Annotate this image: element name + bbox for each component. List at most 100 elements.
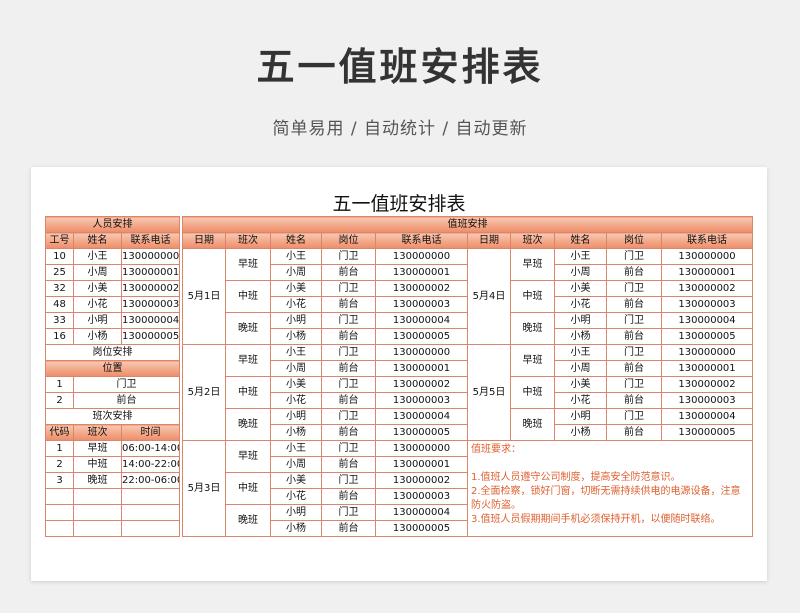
duty-person-cell[interactable]: 130000003 bbox=[660, 392, 754, 409]
duty-person-cell[interactable]: 小周 bbox=[554, 264, 607, 281]
empty-cell[interactable] bbox=[45, 520, 74, 537]
duty-person-cell[interactable]: 小周 bbox=[270, 264, 322, 281]
duty-person-cell[interactable]: 门卫 bbox=[606, 280, 662, 297]
duty-person-cell[interactable]: 前台 bbox=[606, 360, 662, 377]
duty-person-cell[interactable]: 前台 bbox=[606, 264, 662, 281]
duty-person-cell[interactable]: 130000005 bbox=[660, 424, 754, 441]
shift-cell[interactable]: 3 bbox=[45, 472, 74, 489]
duty-person-cell[interactable]: 小花 bbox=[554, 296, 607, 313]
duty-shift-cell[interactable]: 早班 bbox=[225, 440, 271, 473]
duty-date-cell[interactable]: 5月4日 bbox=[467, 248, 511, 345]
duty-shift-cell[interactable]: 晚班 bbox=[510, 408, 555, 441]
duty-person-cell[interactable]: 130000002 bbox=[375, 280, 468, 297]
duty-person-cell[interactable]: 130000000 bbox=[375, 440, 468, 457]
duty-person-cell[interactable]: 小美 bbox=[554, 376, 607, 393]
duty-person-cell[interactable]: 门卫 bbox=[321, 280, 376, 297]
personnel-cell[interactable]: 130000001 bbox=[120, 264, 181, 281]
duty-person-cell[interactable]: 130000000 bbox=[660, 344, 754, 361]
shift-cell[interactable]: 1 bbox=[45, 440, 74, 457]
duty-date-cell[interactable]: 5月5日 bbox=[467, 344, 511, 441]
duty-person-cell[interactable]: 130000004 bbox=[375, 504, 468, 521]
duty-person-cell[interactable]: 门卫 bbox=[321, 376, 376, 393]
duty-person-cell[interactable]: 小美 bbox=[270, 376, 322, 393]
duty-person-cell[interactable]: 门卫 bbox=[606, 248, 662, 265]
personnel-cell[interactable]: 130000004 bbox=[120, 312, 181, 329]
duty-person-cell[interactable]: 门卫 bbox=[606, 408, 662, 425]
duty-person-cell[interactable]: 前台 bbox=[321, 264, 376, 281]
duty-person-cell[interactable]: 小明 bbox=[554, 408, 607, 425]
personnel-cell[interactable]: 33 bbox=[45, 312, 74, 329]
empty-cell[interactable] bbox=[73, 504, 122, 521]
duty-shift-cell[interactable]: 中班 bbox=[510, 280, 555, 313]
duty-person-cell[interactable]: 门卫 bbox=[321, 440, 376, 457]
duty-person-cell[interactable]: 前台 bbox=[321, 456, 376, 473]
duty-person-cell[interactable]: 130000000 bbox=[375, 344, 468, 361]
duty-person-cell[interactable]: 130000003 bbox=[660, 296, 754, 313]
duty-person-cell[interactable]: 前台 bbox=[606, 296, 662, 313]
duty-person-cell[interactable]: 门卫 bbox=[321, 344, 376, 361]
personnel-cell[interactable]: 130000005 bbox=[120, 328, 181, 345]
duty-person-cell[interactable]: 小花 bbox=[270, 296, 322, 313]
duty-person-cell[interactable]: 130000004 bbox=[375, 312, 468, 329]
duty-shift-cell[interactable]: 早班 bbox=[225, 248, 271, 281]
duty-person-cell[interactable]: 前台 bbox=[321, 296, 376, 313]
duty-person-cell[interactable]: 130000002 bbox=[660, 376, 754, 393]
duty-person-cell[interactable]: 130000004 bbox=[660, 312, 754, 329]
shift-cell[interactable]: 22:00-06:00 bbox=[120, 472, 181, 489]
personnel-cell[interactable]: 48 bbox=[45, 296, 74, 313]
duty-date-cell[interactable]: 5月1日 bbox=[182, 248, 226, 345]
duty-person-cell[interactable]: 前台 bbox=[321, 488, 376, 505]
duty-person-cell[interactable]: 小杨 bbox=[554, 424, 607, 441]
empty-cell[interactable] bbox=[45, 504, 74, 521]
duty-person-cell[interactable]: 130000005 bbox=[375, 328, 468, 345]
duty-person-cell[interactable]: 门卫 bbox=[606, 312, 662, 329]
duty-person-cell[interactable]: 130000002 bbox=[375, 472, 468, 489]
duty-person-cell[interactable]: 130000000 bbox=[660, 248, 754, 265]
duty-person-cell[interactable]: 门卫 bbox=[606, 376, 662, 393]
personnel-cell[interactable]: 16 bbox=[45, 328, 74, 345]
duty-shift-cell[interactable]: 晚班 bbox=[510, 312, 555, 345]
duty-shift-cell[interactable]: 中班 bbox=[225, 376, 271, 409]
duty-person-cell[interactable]: 门卫 bbox=[321, 472, 376, 489]
duty-person-cell[interactable]: 小王 bbox=[554, 248, 607, 265]
duty-shift-cell[interactable]: 晚班 bbox=[225, 312, 271, 345]
duty-person-cell[interactable]: 130000003 bbox=[375, 392, 468, 409]
personnel-cell[interactable]: 10 bbox=[45, 248, 74, 265]
duty-person-cell[interactable]: 小美 bbox=[270, 280, 322, 297]
duty-person-cell[interactable]: 小杨 bbox=[270, 424, 322, 441]
duty-person-cell[interactable]: 130000003 bbox=[375, 488, 468, 505]
duty-person-cell[interactable]: 小花 bbox=[270, 392, 322, 409]
shift-cell[interactable]: 中班 bbox=[73, 456, 122, 473]
empty-cell[interactable] bbox=[73, 488, 122, 505]
position-name-cell[interactable]: 门卫 bbox=[72, 376, 181, 393]
duty-person-cell[interactable]: 门卫 bbox=[321, 248, 376, 265]
duty-person-cell[interactable]: 小美 bbox=[270, 472, 322, 489]
duty-person-cell[interactable]: 前台 bbox=[321, 424, 376, 441]
duty-person-cell[interactable]: 130000001 bbox=[375, 456, 468, 473]
shift-cell[interactable]: 06:00-14:00 bbox=[120, 440, 181, 457]
duty-person-cell[interactable]: 前台 bbox=[321, 360, 376, 377]
empty-cell[interactable] bbox=[120, 504, 181, 521]
empty-cell[interactable] bbox=[120, 520, 181, 537]
duty-shift-cell[interactable]: 早班 bbox=[510, 248, 555, 281]
duty-shift-cell[interactable]: 早班 bbox=[225, 344, 271, 377]
duty-person-cell[interactable]: 前台 bbox=[321, 520, 376, 537]
personnel-cell[interactable]: 32 bbox=[45, 280, 74, 297]
duty-person-cell[interactable]: 130000003 bbox=[375, 296, 468, 313]
duty-shift-cell[interactable]: 中班 bbox=[225, 280, 271, 313]
shift-cell[interactable]: 14:00-22:00 bbox=[120, 456, 181, 473]
duty-person-cell[interactable]: 门卫 bbox=[321, 312, 376, 329]
duty-person-cell[interactable]: 130000002 bbox=[660, 280, 754, 297]
duty-date-cell[interactable]: 5月3日 bbox=[182, 440, 226, 537]
duty-person-cell[interactable]: 小明 bbox=[270, 408, 322, 425]
duty-person-cell[interactable]: 130000004 bbox=[660, 408, 754, 425]
duty-person-cell[interactable]: 130000001 bbox=[660, 360, 754, 377]
duty-person-cell[interactable]: 前台 bbox=[321, 392, 376, 409]
duty-person-cell[interactable]: 小明 bbox=[554, 312, 607, 329]
duty-person-cell[interactable]: 小花 bbox=[554, 392, 607, 409]
personnel-cell[interactable]: 小周 bbox=[73, 264, 122, 281]
shift-cell[interactable]: 2 bbox=[45, 456, 74, 473]
duty-shift-cell[interactable]: 早班 bbox=[510, 344, 555, 377]
duty-person-cell[interactable]: 小周 bbox=[270, 456, 322, 473]
duty-person-cell[interactable]: 门卫 bbox=[321, 408, 376, 425]
